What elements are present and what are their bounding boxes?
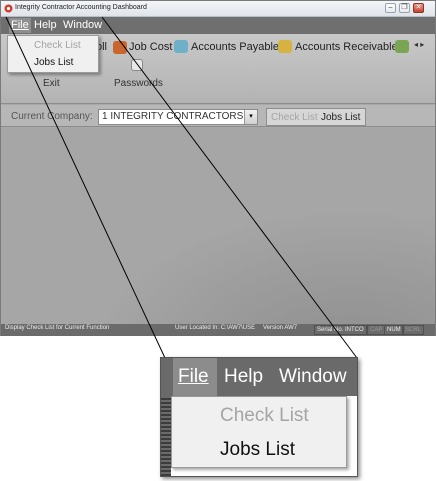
- zoom-menu-bar: File Help Window: [161, 358, 357, 396]
- zoom-gripper: [161, 396, 171, 476]
- zoom-callout: File Help Window Check List Jobs List: [160, 357, 358, 477]
- zoom-menu-item-jobs-list[interactable]: Jobs List: [220, 439, 295, 461]
- zoom-menu-item-check-list: Check List: [220, 405, 309, 426]
- zoom-menu-file[interactable]: File: [178, 366, 209, 388]
- zoom-menu-file-label: File: [178, 366, 209, 387]
- callout-line-right: [101, 16, 358, 359]
- zoom-file-dropdown: Check List Jobs List: [171, 396, 347, 468]
- zoom-menu-window[interactable]: Window: [279, 366, 347, 388]
- callout-line-left: [5, 16, 166, 359]
- zoom-menu-help[interactable]: Help: [224, 366, 263, 388]
